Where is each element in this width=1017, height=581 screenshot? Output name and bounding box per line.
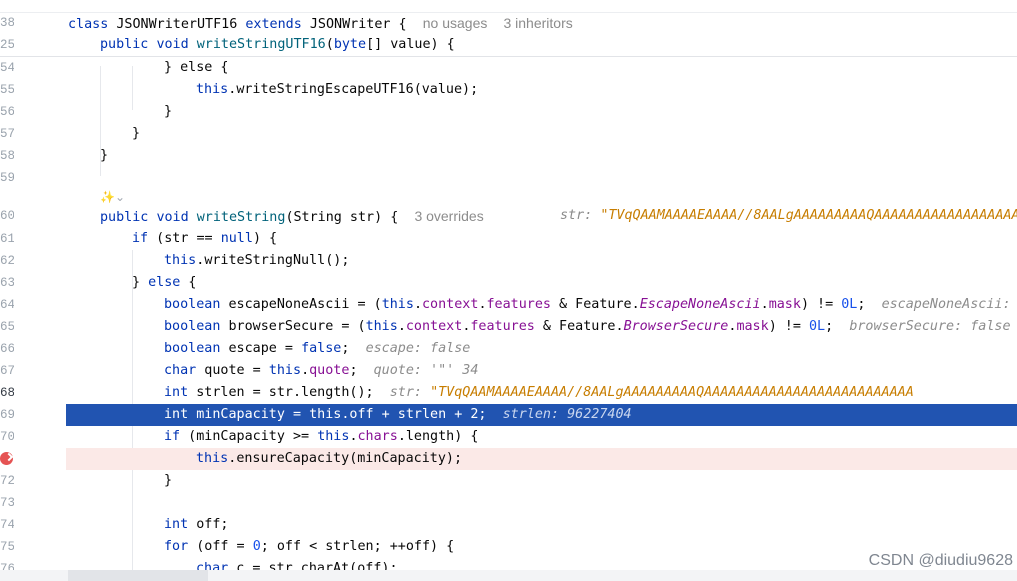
code-line[interactable]: 56 } bbox=[0, 101, 1017, 123]
breakpoint-line[interactable]: 71 this.ensureCapacity(minCapacity); bbox=[0, 448, 1017, 470]
code-text: this.writeStringNull(); bbox=[164, 253, 350, 268]
sticky-line-class[interactable]: 38 class JSONWriterUTF16 extends JSONWri… bbox=[0, 12, 1017, 34]
line-number: 67 bbox=[0, 364, 14, 378]
code-text: } bbox=[132, 126, 141, 141]
line-number: 59 bbox=[0, 171, 14, 185]
line-number: 72 bbox=[0, 474, 14, 488]
editor-top-edge bbox=[0, 0, 1017, 13]
code-line[interactable]: 72 } bbox=[0, 470, 1017, 492]
ai-assistant-icon[interactable]: ✨⌄ bbox=[100, 189, 126, 205]
code-line[interactable]: 60 ↑ ↓ public void writeString(String st… bbox=[0, 205, 1017, 426]
code-text: boolean escape = false; escape: false bbox=[164, 341, 471, 356]
line-number: 38 bbox=[0, 16, 14, 30]
code-line[interactable]: 75 for (off = 0; off < strlen; ++off) { bbox=[0, 536, 1017, 558]
line-number: 73 bbox=[0, 496, 14, 510]
code-line[interactable]: 73 bbox=[0, 492, 1017, 514]
code-text: } else { bbox=[132, 275, 197, 290]
line-number: 57 bbox=[0, 127, 14, 141]
line-number: 74 bbox=[0, 518, 14, 532]
code-line[interactable]: 57 } bbox=[0, 123, 1017, 145]
line-number: 63 bbox=[0, 276, 14, 290]
horizontal-scrollbar[interactable] bbox=[0, 570, 1017, 581]
overrides-hint[interactable]: 3 overrides bbox=[414, 208, 483, 224]
code-line[interactable]: 68 int strlen = str.length(); str: "TVqQ… bbox=[0, 382, 1017, 404]
scrollbar-thumb[interactable] bbox=[68, 570, 208, 581]
code-text: int strlen = str.length(); str: "TVqQAAM… bbox=[164, 385, 914, 400]
inline-value: strlen: 96227404 bbox=[502, 407, 632, 422]
line-number: 68 bbox=[0, 386, 14, 400]
line-number: 66 bbox=[0, 342, 14, 356]
code-line[interactable]: 70 if (minCapacity >= this.chars.length)… bbox=[0, 426, 1017, 448]
code-text: boolean escapeNoneAscii = (this.context.… bbox=[164, 294, 1017, 316]
code-text: public void writeStringUTF16(byte[] valu… bbox=[100, 37, 455, 52]
code-text: } bbox=[164, 104, 173, 119]
inheritors-hint[interactable]: 3 inheritors bbox=[503, 15, 572, 31]
code-text: if (str == null) { bbox=[132, 231, 278, 246]
line-number: 56 bbox=[0, 105, 14, 119]
code-text: class JSONWriterUTF16 extends JSONWriter… bbox=[68, 15, 573, 32]
code-text: } bbox=[100, 148, 109, 163]
code-line[interactable]: 66 boolean escape = false; escape: false bbox=[0, 338, 1017, 360]
code-text: this.writeStringEscapeUTF16(value); bbox=[196, 82, 479, 97]
inline-value: escape: false bbox=[365, 341, 471, 356]
line-number: 60 bbox=[0, 209, 14, 223]
line-number: 54 bbox=[0, 61, 14, 75]
code-text: } bbox=[164, 473, 173, 488]
inline-value: escapeNoneAscii: f bbox=[881, 297, 1017, 312]
code-text: for (off = 0; off < strlen; ++off) { bbox=[164, 539, 455, 554]
code-line[interactable]: 63 } else { bbox=[0, 272, 1017, 294]
sticky-line-method[interactable]: 25 public void writeStringUTF16(byte[] v… bbox=[0, 34, 1017, 56]
code-text: if (minCapacity >= this.chars.length) { bbox=[164, 429, 479, 444]
code-text: int off; bbox=[164, 517, 229, 532]
code-text: int minCapacity = this.off + strlen + 2;… bbox=[164, 407, 632, 422]
breakpoint-icon[interactable] bbox=[0, 452, 13, 465]
execution-point-line[interactable]: 69 int minCapacity = this.off + strlen +… bbox=[0, 404, 1017, 426]
line-number: 65 bbox=[0, 320, 14, 334]
code-line[interactable]: 61 if (str == null) { bbox=[0, 228, 1017, 250]
line-number: 69 bbox=[0, 408, 14, 422]
line-number: 62 bbox=[0, 254, 14, 268]
code-editor[interactable]: 54 } else { 55 this.writeStringEscapeUTF… bbox=[0, 0, 1017, 581]
code-text: boolean browserSecure = (this.context.fe… bbox=[164, 319, 1011, 334]
sticky-divider bbox=[0, 56, 1017, 57]
line-number: 25 bbox=[0, 38, 14, 52]
line-number: 58 bbox=[0, 149, 14, 163]
code-line[interactable]: 59 bbox=[0, 167, 1017, 189]
code-text: public void writeString(String str) { 3 … bbox=[100, 208, 484, 225]
line-number: 55 bbox=[0, 83, 14, 97]
line-number: 75 bbox=[0, 540, 14, 554]
inline-value: str: "TVqQAAMAAAAEAAAA//8AALgAAAAAAAAAQA… bbox=[560, 208, 1017, 223]
code-line[interactable]: 64 boolean escapeNoneAscii = (this.conte… bbox=[0, 294, 1017, 316]
watermark: CSDN @diudiu9628 bbox=[868, 552, 1013, 569]
code-line[interactable]: 62 this.writeStringNull(); bbox=[0, 250, 1017, 272]
code-text: } else { bbox=[164, 60, 229, 75]
inline-value: quote: '"' 34 bbox=[373, 363, 479, 378]
code-text: char quote = this.quote; quote: '"' 34 bbox=[164, 363, 479, 378]
line-number: 64 bbox=[0, 298, 14, 312]
code-line[interactable]: 55 this.writeStringEscapeUTF16(value); bbox=[0, 79, 1017, 101]
code-line[interactable]: 54 } else { bbox=[0, 57, 1017, 79]
code-line[interactable]: 67 char quote = this.quote; quote: '"' 3… bbox=[0, 360, 1017, 382]
code-line[interactable]: 58 } bbox=[0, 145, 1017, 167]
line-number: 61 bbox=[0, 232, 14, 246]
code-line[interactable]: 74 int off; bbox=[0, 514, 1017, 536]
code-text: this.ensureCapacity(minCapacity); bbox=[196, 451, 463, 466]
usages-hint[interactable]: no usages bbox=[423, 15, 488, 31]
code-line[interactable]: 65 boolean browserSecure = (this.context… bbox=[0, 316, 1017, 338]
inline-value: browserSecure: false bbox=[849, 319, 1011, 334]
line-number: 70 bbox=[0, 430, 14, 444]
